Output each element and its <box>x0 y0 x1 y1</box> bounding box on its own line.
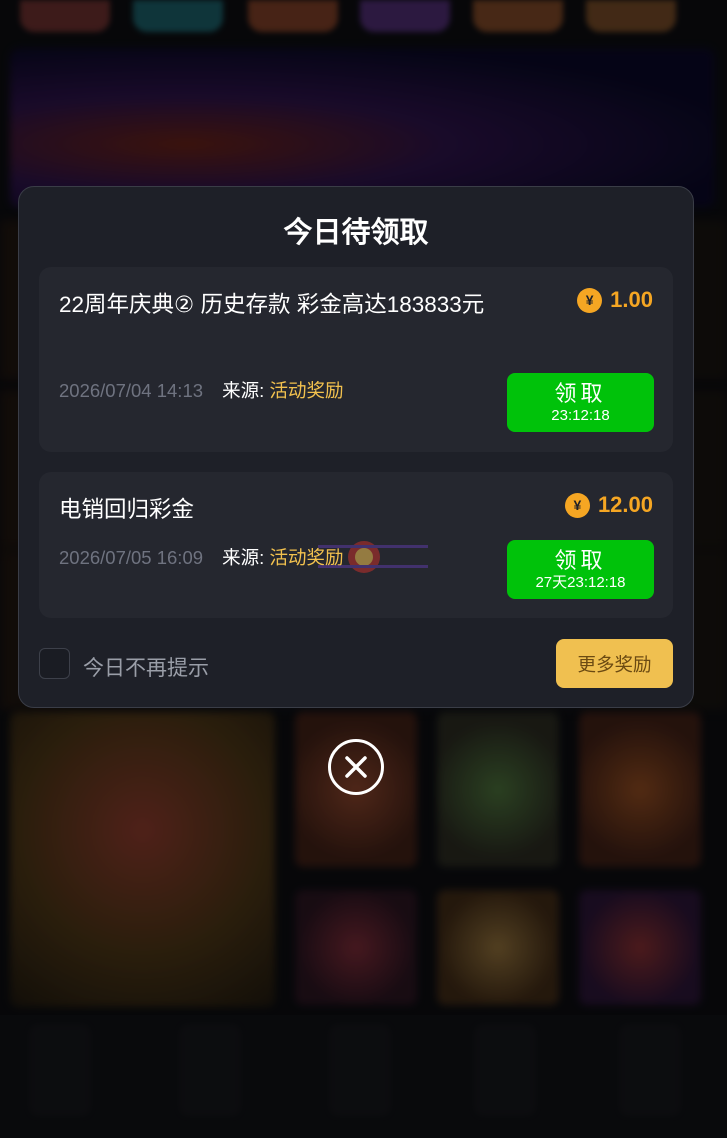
reward-meta: 2026/07/04 14:13 来源: 活动奖励 <box>59 377 343 403</box>
modal-title: 今日待领取 <box>283 217 429 249</box>
reward-title: 电销回归彩金 <box>59 497 195 522</box>
close-button[interactable] <box>328 739 384 795</box>
modal-footer: 今日不再提示 更多奖励 <box>39 639 673 689</box>
reward-source-value: 活动奖励 <box>269 380 344 401</box>
reward-title: 22周年庆典② 历史存款 彩金高达183833元 <box>59 292 485 317</box>
dont-show-today-label[interactable]: 今日不再提示 <box>83 652 209 682</box>
coin-icon: ¥ <box>564 492 590 518</box>
reward-amount: ¥ 1.00 <box>577 287 653 313</box>
claim-countdown: 27天23:12:18 <box>535 573 626 591</box>
reward-time: 2026/07/04 14:13 <box>59 380 204 401</box>
more-rewards-button[interactable]: 更多奖励 <box>556 639 673 688</box>
reward-amount-value: 1.00 <box>610 287 653 312</box>
claim-button[interactable]: 领取 27天23:12:18 <box>507 540 654 599</box>
pending-rewards-modal: 今日待领取 22周年庆典② 历史存款 彩金高达183833元 ¥ 1.00 20… <box>18 186 694 708</box>
reward-source-label: 来源: <box>222 380 265 401</box>
claim-button-label: 领取 <box>554 380 607 406</box>
reward-amount-value: 12.00 <box>597 492 653 517</box>
reward-time: 2026/07/05 16:09 <box>59 547 204 568</box>
dont-show-today-checkbox[interactable] <box>39 648 70 679</box>
close-icon <box>345 756 367 778</box>
reward-source-label: 来源: <box>222 547 265 568</box>
watermark-logo <box>318 541 428 573</box>
coin-icon: ¥ <box>577 287 603 313</box>
reward-amount: ¥ 12.00 <box>564 492 653 518</box>
reward-card: 22周年庆典② 历史存款 彩金高达183833元 ¥ 1.00 2026/07/… <box>39 267 673 452</box>
claim-button-label: 领取 <box>554 547 607 573</box>
claim-countdown: 23:12:18 <box>551 406 610 424</box>
reward-meta: 2026/07/05 16:09 来源: 活动奖励 <box>59 544 343 570</box>
claim-button[interactable]: 领取 23:12:18 <box>507 373 654 432</box>
